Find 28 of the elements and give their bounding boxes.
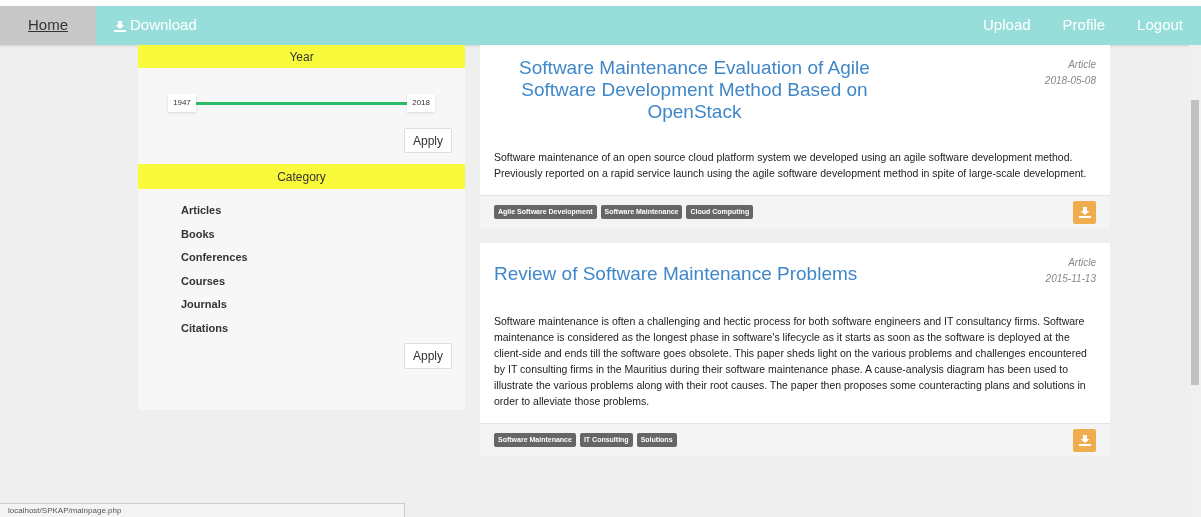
filter-header: Year	[138, 45, 465, 68]
category-link[interactable]: Conferences	[181, 249, 248, 266]
apply-button[interactable]: Apply	[403, 343, 452, 369]
article-type: Article	[1068, 58, 1096, 72]
article-date: 2015-11-13	[1045, 272, 1096, 286]
category-link[interactable]: Articles	[181, 202, 222, 219]
slider-label: 1947	[168, 94, 196, 112]
article-abstract: Software maintenance of an open source cloud platform system we developed using an agile software development method. Previously reported on a rapid service launch using the agile software development method in spite of large-scale development.	[493, 150, 1088, 181]
category-link[interactable]: Journals	[181, 296, 227, 313]
article-abstract: Software maintenance is often a challenging and hectic process for both software engineers and IT consultancy firms. Software maintenance is considered as the longest phase in software's lifecycle as it starts as soon as the software is deployed at the client-side and ends till the software goes obsolete. This paper sheds light on the various problems and challenges encountered by IT consulting firms in the Mauritius during their software maintenance phase. A cause-analysis diagram has been used to illustrate the various problems along with their root causes. The paper then proposes some counteracting plans and solutions in order to alleviate those problems.	[493, 314, 1088, 409]
status-bar: localhost/SPKAP/mainpage.php	[0, 503, 405, 517]
download-button[interactable]	[1073, 428, 1096, 452]
slider-label: 2018	[407, 94, 435, 112]
download-icon	[114, 19, 126, 32]
download-icon	[1078, 206, 1091, 218]
filter-header: Category	[138, 164, 465, 189]
category-link[interactable]: Citations	[181, 319, 229, 336]
download-button[interactable]	[1073, 200, 1096, 224]
apply-button[interactable]: Apply	[403, 128, 452, 153]
category-link[interactable]: Courses	[181, 272, 226, 289]
article-title[interactable]: Review of Software Maintenance Problems	[494, 263, 858, 284]
article-type: Article	[1068, 256, 1096, 270]
download-icon	[1078, 434, 1091, 446]
nav-link[interactable]: Home	[0, 6, 96, 45]
article-title[interactable]: Software Maintenance Evaluation of Agile Software Development Method Based on OpenStack	[504, 57, 885, 123]
category-link[interactable]: Books	[181, 225, 215, 242]
range-slider[interactable]	[195, 101, 408, 105]
article-date: 2018-05-08	[1044, 74, 1096, 88]
